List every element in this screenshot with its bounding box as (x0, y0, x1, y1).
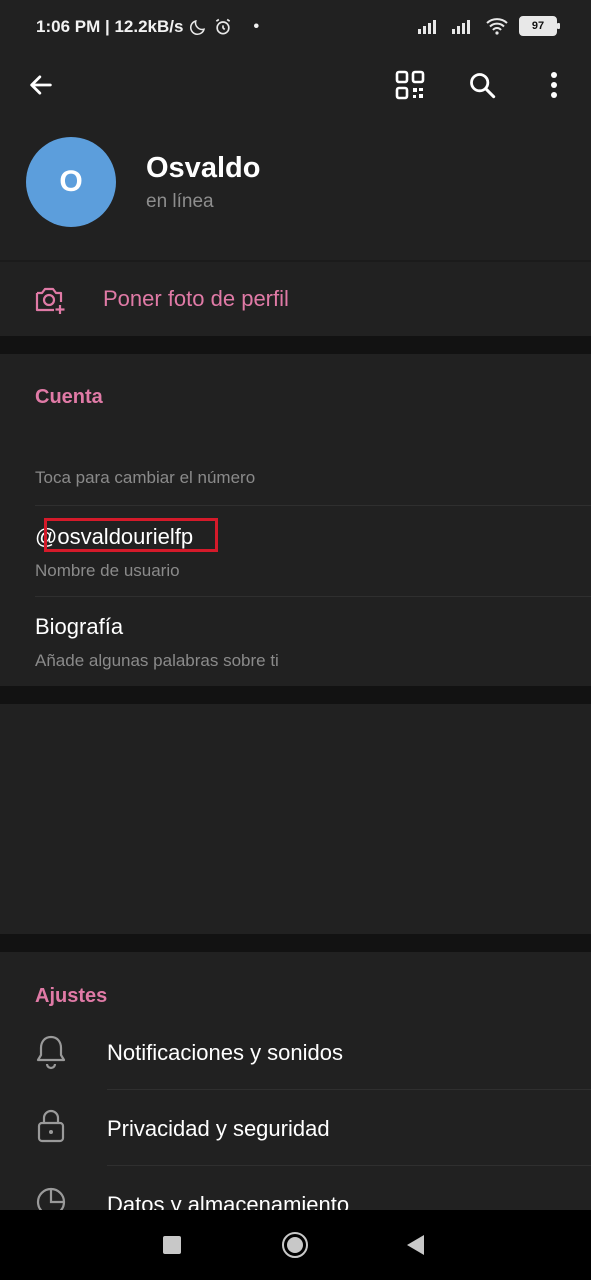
avatar-initial: O (59, 165, 83, 198)
empty-section (0, 704, 591, 934)
home-button[interactable] (282, 1232, 308, 1258)
account-section-title: Cuenta (35, 386, 103, 408)
pie-chart-icon (36, 1187, 66, 1210)
settings-item-notifications[interactable]: Notificaciones y sonidos (0, 1014, 591, 1090)
settings-item-privacy[interactable]: Privacidad y seguridad (0, 1090, 591, 1166)
bell-icon (36, 1035, 66, 1070)
lock-icon (37, 1109, 65, 1143)
settings-item-data[interactable]: Datos y almacenamiento (0, 1166, 591, 1210)
username-hint: Nombre de usuario (35, 561, 180, 580)
search-icon (470, 73, 496, 99)
battery-indicator: 97 (519, 16, 560, 36)
set-profile-photo-button[interactable]: Poner foto de perfil (0, 262, 591, 336)
alarm-icon (216, 18, 231, 35)
section-gap (0, 934, 591, 952)
profile-name: Osvaldo (146, 152, 261, 184)
dot-icon: • (253, 18, 260, 35)
system-navigation-bar (0, 1210, 591, 1280)
settings-item-label: Privacidad y seguridad (107, 1116, 330, 1141)
qr-code-button[interactable] (390, 65, 430, 105)
status-time: 1:06 PM | 12.2kB/s (36, 17, 184, 36)
phone-number-row[interactable]: Toca para cambiar el número (0, 450, 591, 505)
back-triangle-icon[interactable] (406, 1234, 426, 1256)
profile-header: O Osvaldo en línea (0, 56, 591, 260)
bio-row[interactable]: Biografía Añade algunas palabras sobre t… (0, 597, 591, 686)
recents-button[interactable] (163, 1236, 181, 1254)
moon-icon (190, 19, 206, 35)
set-profile-photo-label: Poner foto de perfil (103, 286, 289, 311)
qr-code-icon (395, 70, 425, 100)
section-gap (0, 336, 591, 354)
search-button[interactable] (462, 65, 502, 105)
profile-status: en línea (146, 191, 214, 212)
bio-value: Biografía (35, 614, 124, 639)
avatar[interactable]: O (26, 137, 116, 227)
signal-icon (452, 20, 470, 34)
username-highlight-box (44, 518, 218, 552)
arrow-left-icon (30, 75, 52, 95)
wifi-icon (486, 18, 508, 35)
bio-hint: Añade algunas palabras sobre ti (35, 651, 279, 670)
more-vertical-icon (551, 72, 557, 98)
signal-icon (418, 20, 436, 34)
settings-item-label: Notificaciones y sonidos (107, 1040, 344, 1065)
more-options-button[interactable] (534, 65, 574, 105)
phone-change-hint: Toca para cambiar el número (35, 468, 256, 487)
back-button[interactable] (21, 65, 61, 105)
settings-section-title: Ajustes (35, 985, 108, 1007)
section-gap (0, 686, 591, 704)
settings-item-label: Datos y almacenamiento (107, 1192, 350, 1210)
home-dot (287, 1237, 303, 1253)
camera-add-icon (35, 287, 65, 314)
status-bar: 1:06 PM | 12.2kB/s • 97 (0, 0, 591, 56)
settings-section: Ajustes Notificaciones y sonidos Privaci… (0, 952, 591, 1210)
